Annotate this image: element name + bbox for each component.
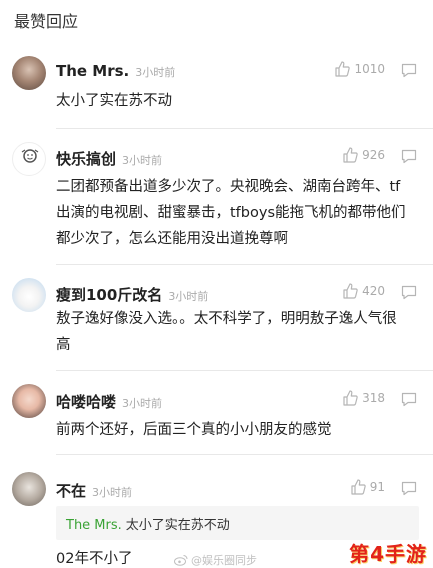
like-button[interactable]: 1010 — [334, 61, 385, 77]
like-count: 926 — [362, 148, 385, 162]
comment-text: 二团都预备出道多少次了。央视晚会、湖南台跨年、tf出演的电视剧、甜蜜暴击，tfb… — [56, 179, 406, 247]
quoted-author[interactable]: The Mrs. — [66, 518, 122, 533]
comment-time: 3小时前 — [135, 66, 176, 79]
comment-text: 敖子逸好像没入选。。太不科学了，明明敖子逸人气很高 — [56, 311, 397, 353]
avatar[interactable] — [12, 56, 46, 90]
author-name[interactable]: 哈喽哈喽 — [56, 393, 116, 411]
like-count: 1010 — [354, 62, 385, 76]
divider — [56, 264, 433, 265]
comment-time: 3小时前 — [122, 397, 163, 410]
comment-author[interactable]: 瘦到100斤改名 3小时前 — [56, 284, 208, 305]
comment-time: 3小时前 — [122, 154, 163, 167]
like-button[interactable]: 926 — [342, 147, 385, 163]
divider — [56, 454, 433, 455]
author-name[interactable]: 不在 — [56, 482, 86, 500]
author-name[interactable]: 瘦到100斤改名 — [56, 286, 162, 304]
author-name[interactable]: 快乐搞创 — [56, 150, 116, 168]
avatar[interactable] — [12, 278, 46, 312]
divider — [56, 128, 433, 129]
like-button[interactable]: 91 — [350, 479, 385, 495]
like-button[interactable]: 420 — [342, 283, 385, 299]
quoted-text: 太小了实在苏不动 — [125, 518, 230, 533]
author-name[interactable]: The Mrs. — [56, 62, 129, 80]
smiley-logo-icon — [21, 149, 39, 163]
comment-time: 3小时前 — [168, 290, 209, 303]
comment-author[interactable]: The Mrs. 3小时前 — [56, 62, 175, 80]
thumbs-up-icon — [343, 390, 358, 406]
quoted-comment[interactable]: The Mrs. 太小了实在苏不动 — [56, 506, 419, 540]
thumbs-up-icon — [343, 283, 358, 299]
brand-logo: 第4手游 — [349, 542, 427, 566]
weibo-icon — [174, 555, 188, 566]
comment-author[interactable]: 哈喽哈喽 3小时前 — [56, 391, 162, 412]
comment-time: 3小时前 — [92, 486, 133, 499]
divider — [56, 370, 433, 371]
like-button[interactable]: 318 — [342, 390, 385, 406]
reply-icon[interactable] — [401, 63, 417, 78]
thumbs-up-icon — [343, 147, 358, 163]
watermark: @娱乐圈同步 — [174, 552, 257, 568]
comment-author[interactable]: 快乐搞创 3小时前 — [56, 148, 162, 169]
thumbs-up-icon — [351, 479, 366, 495]
reply-icon[interactable] — [401, 285, 417, 300]
like-count: 318 — [362, 391, 385, 405]
watermark-text: @娱乐圈同步 — [191, 554, 257, 567]
comment-text: 前两个还好，后面三个真的小小朋友的感觉 — [56, 422, 332, 438]
comment-text: 太小了实在苏不动 — [56, 93, 172, 109]
avatar[interactable] — [12, 142, 46, 176]
like-count: 91 — [369, 480, 385, 494]
reply-icon[interactable] — [401, 392, 417, 407]
avatar[interactable] — [12, 472, 46, 506]
comment-author[interactable]: 不在 3小时前 — [56, 480, 132, 501]
reply-icon[interactable] — [401, 481, 417, 496]
section-title: 最赞回应 — [14, 12, 79, 31]
thumbs-up-icon — [335, 61, 351, 77]
like-count: 420 — [362, 284, 385, 298]
avatar[interactable] — [12, 384, 46, 418]
reply-icon[interactable] — [401, 149, 417, 164]
